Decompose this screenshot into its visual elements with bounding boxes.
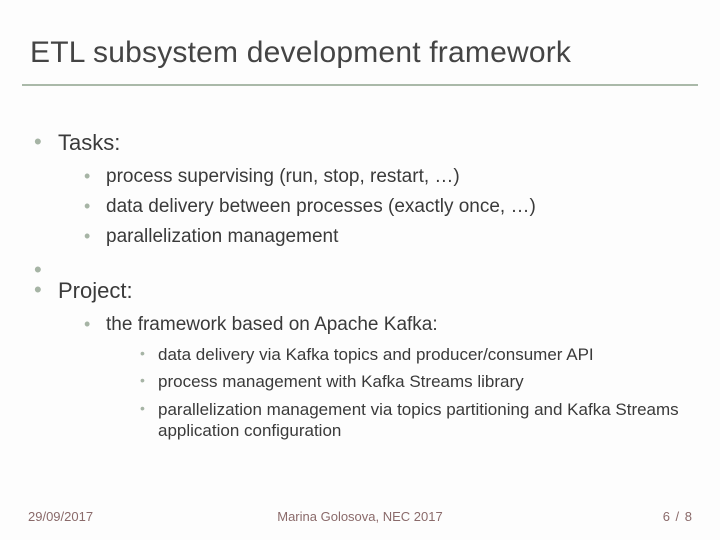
list-item-text: process management with Kafka Streams li… [158, 372, 524, 391]
slide-body: Tasks: process supervising (run, stop, r… [34, 130, 690, 451]
section-heading: Tasks: [58, 130, 120, 155]
footer-author: Marina Golosova, NEC 2017 [28, 509, 692, 524]
list-item: data delivery via Kafka topics and produ… [140, 344, 690, 365]
section-tasks: Tasks: process supervising (run, stop, r… [34, 130, 690, 248]
list-item: process supervising (run, stop, restart,… [84, 166, 690, 188]
slide: ETL subsystem development framework Task… [0, 0, 720, 540]
section-heading: Project: [58, 278, 133, 303]
footer: 29/09/2017 Marina Golosova, NEC 2017 6 /… [28, 509, 692, 524]
section-project: Project: the framework based on Apache K… [34, 278, 690, 441]
list-item-text: process supervising (run, stop, restart,… [106, 166, 460, 187]
project-sublist: data delivery via Kafka topics and produ… [106, 344, 690, 441]
list-item: the framework based on Apache Kafka: dat… [84, 314, 690, 441]
tasks-list: process supervising (run, stop, restart,… [58, 166, 690, 248]
list-item-text: parallelization management [106, 226, 338, 247]
list-item-text: the framework based on Apache Kafka: [106, 314, 438, 335]
slide-title: ETL subsystem development framework [30, 36, 690, 70]
list-item: data delivery between processes (exactly… [84, 196, 690, 218]
list-item-text: parallelization management via topics pa… [158, 400, 679, 440]
project-list: the framework based on Apache Kafka: dat… [58, 314, 690, 441]
title-container: ETL subsystem development framework [22, 22, 698, 86]
bullet-list: Tasks: process supervising (run, stop, r… [34, 130, 690, 441]
list-item-text: data delivery via Kafka topics and produ… [158, 345, 594, 364]
spacer [34, 258, 690, 278]
list-item: parallelization management [84, 226, 690, 248]
list-item-text: data delivery between processes (exactly… [106, 196, 536, 217]
list-item: process management with Kafka Streams li… [140, 371, 690, 392]
list-item: parallelization management via topics pa… [140, 399, 690, 442]
